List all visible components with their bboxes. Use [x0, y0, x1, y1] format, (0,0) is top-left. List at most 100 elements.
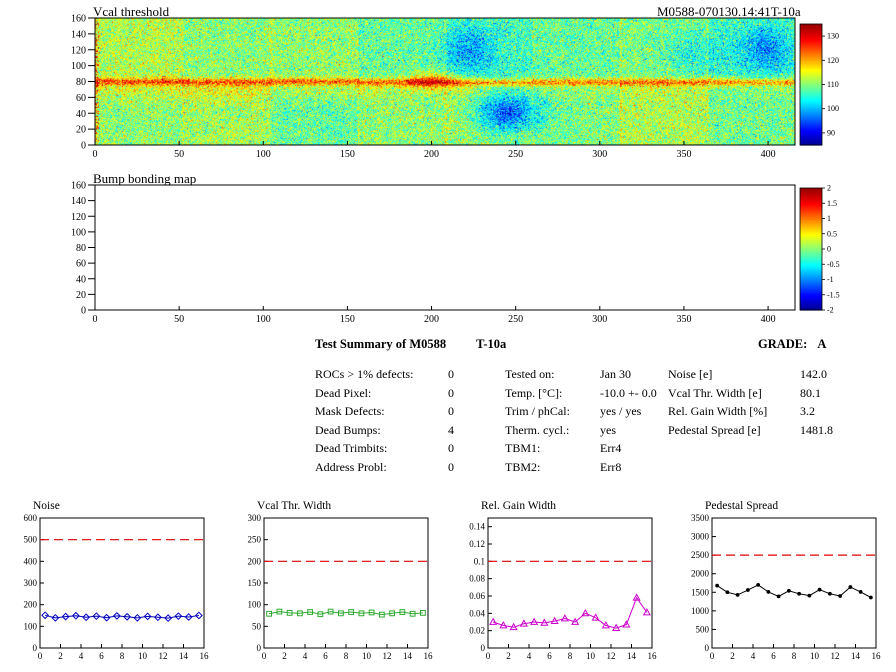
svg-text:250: 250 [508, 314, 523, 325]
svg-text:14: 14 [179, 651, 189, 661]
svg-text:0.12: 0.12 [469, 539, 485, 549]
summary-row: Temp. [°C]: -10.0 +- 0.0 [505, 384, 657, 403]
summary-row: TBM1: Err4 [505, 439, 657, 458]
svg-text:8: 8 [568, 651, 573, 661]
vcal-map-title: Vcal threshold [93, 4, 170, 19]
summary-row-value: Err8 [600, 459, 622, 474]
summary-row-label: Rel. Gain Width [%] [668, 404, 768, 419]
summary-title: Test Summary of M0588 [315, 337, 447, 351]
svg-text:0.02: 0.02 [469, 626, 485, 636]
vcal-threshold-heatmap [95, 18, 795, 145]
svg-text:350: 350 [676, 149, 691, 160]
svg-text:10: 10 [810, 651, 820, 661]
svg-text:8: 8 [792, 651, 797, 661]
summary-row: Trim / phCal: yes / yes [505, 402, 657, 421]
summary-row-label: ROCs > 1% defects: [315, 367, 414, 381]
svg-text:400: 400 [761, 149, 776, 160]
svg-text:14: 14 [851, 651, 861, 661]
svg-text:150: 150 [340, 314, 355, 325]
summary-row: Dead Trimbits: 0 [315, 439, 454, 458]
summary-row-label: TBM1: [505, 441, 541, 456]
svg-text:300: 300 [592, 149, 607, 160]
svg-text:14: 14 [403, 651, 413, 661]
svg-text:6: 6 [99, 651, 104, 661]
svg-text:50: 50 [252, 621, 262, 631]
summary-row-value: Jan 30 [600, 367, 631, 381]
svg-text:14: 14 [627, 651, 637, 661]
svg-text:20: 20 [76, 125, 86, 136]
summary-row: Pedestal Spread [e] 1481.8 [668, 421, 833, 440]
summary-row: Address Probl: 0 [315, 458, 454, 477]
svg-text:100: 100 [256, 149, 271, 160]
summary-defects-column: ROCs > 1% defects: 0 Dead Pixel: 0 Mask Defe… [315, 365, 454, 477]
svg-text:130: 130 [827, 32, 839, 41]
summary-row-label: Vcal Thr. Width [e] [668, 385, 762, 400]
svg-text:0.14: 0.14 [469, 522, 485, 532]
svg-text:16: 16 [200, 651, 210, 661]
module-id-title: M0588-070130.14:41T-10a [657, 4, 801, 19]
svg-text:200: 200 [248, 556, 262, 566]
svg-text:120: 120 [71, 212, 86, 223]
svg-text:400: 400 [24, 556, 38, 566]
svg-text:12: 12 [607, 651, 616, 661]
svg-text:80: 80 [76, 243, 86, 254]
svg-text:140: 140 [71, 196, 86, 207]
svg-text:12: 12 [383, 651, 392, 661]
summary-row-value: 0 [448, 367, 454, 381]
summary-row: Tested on: Jan 30 [505, 365, 657, 384]
summary-row-value: -10.0 +- 0.0 [600, 385, 657, 400]
svg-text:0: 0 [93, 149, 98, 160]
summary-row-value: yes [600, 422, 616, 437]
svg-text:2: 2 [730, 651, 735, 661]
grade-heading: GRADE: A [758, 337, 826, 352]
svg-text:0: 0 [81, 141, 86, 152]
svg-text:-0.5: -0.5 [827, 260, 840, 269]
summary-row-value: 0 [448, 459, 454, 474]
svg-text:0: 0 [257, 643, 262, 653]
svg-text:100: 100 [24, 621, 38, 631]
summary-row-label: TBM2: [505, 459, 541, 474]
svg-text:100: 100 [71, 61, 86, 72]
summary-row: ROCs > 1% defects: 0 [315, 365, 454, 384]
svg-text:40: 40 [76, 274, 86, 285]
svg-text:160: 160 [71, 181, 86, 192]
svg-text:0.1: 0.1 [474, 556, 485, 566]
svg-text:10: 10 [362, 651, 372, 661]
svg-text:50: 50 [174, 314, 184, 325]
svg-text:3500: 3500 [691, 513, 710, 523]
svg-text:0: 0 [262, 651, 267, 661]
svg-text:6: 6 [771, 651, 776, 661]
summary-row-value: Err4 [600, 441, 622, 456]
svg-text:20: 20 [76, 290, 86, 301]
pedestal-spread-plot-title: Pedestal Spread [705, 500, 779, 512]
summary-results-column: Noise [e] 142.0 Vcal Thr. Width [e] 80.1 Rel… [668, 365, 833, 439]
summary-row-label: Trim / phCal: [505, 404, 570, 419]
svg-text:150: 150 [248, 578, 262, 588]
svg-text:12: 12 [159, 651, 168, 661]
svg-text:0: 0 [710, 651, 715, 661]
svg-text:4: 4 [79, 651, 84, 661]
rel-gain-width-plot-title: Rel. Gain Width [481, 500, 557, 512]
svg-text:250: 250 [248, 535, 262, 545]
svg-text:4: 4 [527, 651, 532, 661]
bump-map-title: Bump bonding map [93, 171, 197, 186]
summary-row: Mask Defects: 0 [315, 402, 454, 421]
summary-row-label: Pedestal Spread [e] [668, 422, 761, 437]
svg-text:110: 110 [827, 80, 839, 89]
svg-text:0: 0 [705, 643, 710, 653]
svg-text:140: 140 [71, 29, 86, 40]
vcal-thr-width-plot-title: Vcal Thr. Width [257, 500, 332, 512]
summary-row-label: Noise [e] [668, 367, 713, 381]
svg-text:350: 350 [676, 314, 691, 325]
svg-text:90: 90 [827, 128, 835, 137]
summary-row-value: yes / yes [600, 404, 642, 419]
svg-text:0: 0 [827, 245, 831, 254]
svg-text:120: 120 [827, 56, 839, 65]
svg-text:300: 300 [24, 578, 38, 588]
svg-text:0: 0 [38, 651, 43, 661]
noise-plot-title: Noise [33, 500, 60, 512]
svg-text:2: 2 [506, 651, 511, 661]
summary-row: Dead Bumps: 4 [315, 421, 454, 440]
svg-text:2000: 2000 [691, 569, 710, 579]
summary-row-label: Temp. [°C]: [505, 385, 563, 400]
